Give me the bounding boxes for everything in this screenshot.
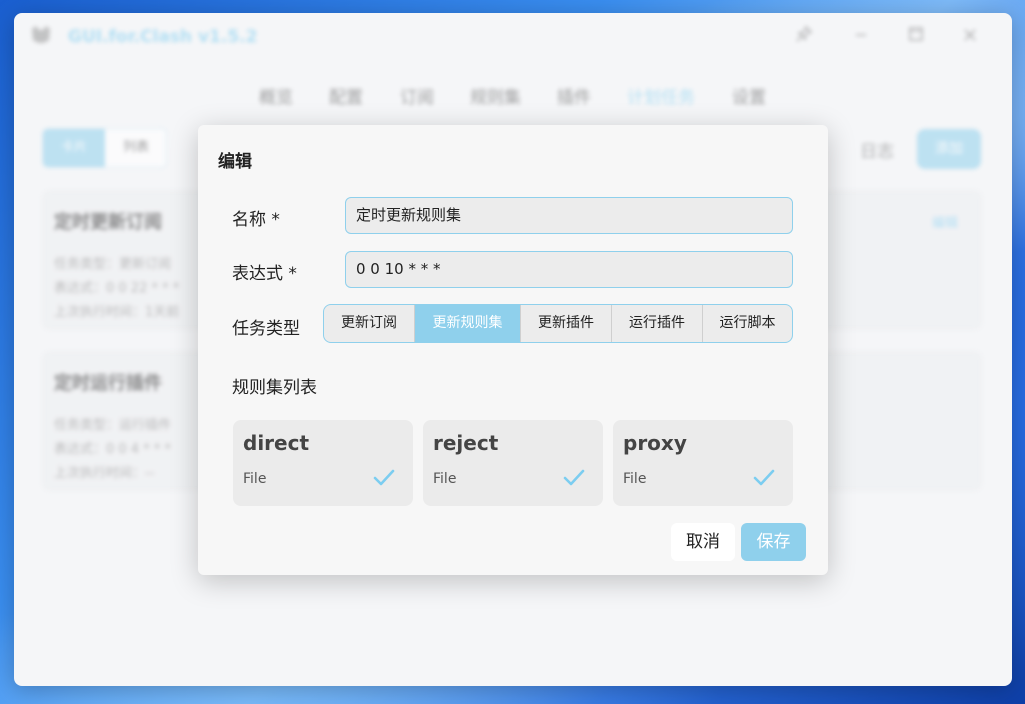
app-logo-icon [30,25,52,45]
task-card-last-run: 上次执行时间：1天前 [54,305,180,320]
type-option-update-plugin[interactable]: 更新插件 [521,305,612,342]
task-card-edit-link[interactable]: 编辑 [932,212,958,231]
save-button[interactable]: 保存 [741,523,806,561]
minimize-icon[interactable] [849,25,873,49]
expression-label: 表达式 * [232,264,297,284]
ruleset-list-label: 规则集列表 [232,378,317,398]
titlebar: GUI.for.Clash v1.5.2 [14,13,1012,63]
ruleset-type: File [433,471,457,487]
log-button[interactable]: 日志 [860,137,894,162]
ruleset-name: reject [433,431,499,455]
task-type-label: 任务类型 [232,319,300,339]
main-nav: 概览 配置 订阅 规则集 插件 计划任务 设置 [14,83,1012,109]
ruleset-card-direct[interactable]: direct File [233,420,413,506]
nav-overview[interactable]: 概览 [259,83,293,108]
task-card-last-run: 上次执行时间：-- [54,466,155,481]
ruleset-name: proxy [623,431,687,455]
type-option-run-script[interactable]: 运行脚本 [703,305,792,342]
checkmark-icon [753,468,775,488]
ruleset-type: File [243,471,267,487]
task-card-type: 任务类型：更新订阅 [54,257,172,272]
name-label: 名称 * [232,210,280,230]
type-option-update-ruleset[interactable]: 更新规则集 [415,305,521,342]
view-list-button[interactable]: 列表 [105,129,167,167]
nav-subscriptions[interactable]: 订阅 [400,83,434,108]
cancel-button[interactable]: 取消 [671,523,735,561]
nav-plugins[interactable]: 插件 [557,83,591,108]
type-option-update-subscription[interactable]: 更新订阅 [324,305,415,342]
app-title: GUI.for.Clash v1.5.2 [68,27,258,47]
ruleset-card-proxy[interactable]: proxy File [613,420,793,506]
task-type-selector: 更新订阅 更新规则集 更新插件 运行插件 运行脚本 [323,304,793,343]
task-card-title: 定时运行插件 [54,373,162,394]
ruleset-type: File [623,471,647,487]
nav-scheduled-tasks[interactable]: 计划任务 [627,83,695,108]
checkmark-icon [373,468,395,488]
task-card-expr: 表达式：0 0 22 * * * [54,281,180,296]
nav-rulesets[interactable]: 规则集 [470,83,521,108]
pin-icon[interactable] [792,25,816,49]
nav-settings[interactable]: 设置 [732,83,766,108]
name-input[interactable]: 定时更新规则集 [345,197,793,234]
task-card-title: 定时更新订阅 [54,212,162,233]
edit-task-dialog: 编辑 名称 * 定时更新规则集 表达式 * 0 0 10 * * * 任务类型 … [198,125,828,575]
task-card-type: 任务类型：运行插件 [54,418,172,433]
view-toggle: 卡片 列表 [42,128,167,168]
ruleset-card-reject[interactable]: reject File [423,420,603,506]
nav-profiles[interactable]: 配置 [329,83,363,108]
ruleset-name: direct [243,431,310,455]
type-option-run-plugin[interactable]: 运行插件 [612,305,703,342]
view-card-button[interactable]: 卡片 [43,129,105,167]
add-button[interactable]: 添加 [917,129,981,169]
task-card-expr: 表达式：0 0 4 * * * [54,442,171,457]
expression-input[interactable]: 0 0 10 * * * [345,251,793,288]
maximize-icon[interactable] [904,25,928,49]
checkmark-icon [563,468,585,488]
dialog-title: 编辑 [218,152,252,172]
close-icon[interactable] [958,25,982,49]
